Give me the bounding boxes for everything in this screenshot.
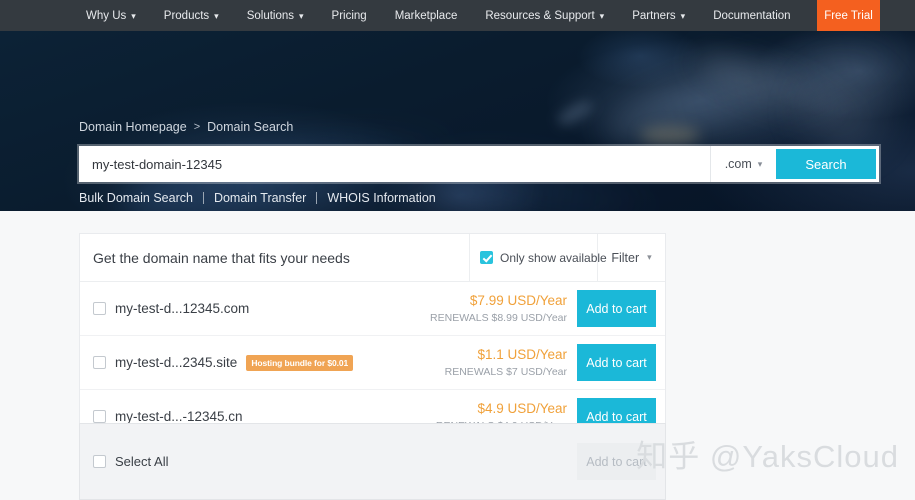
nav-item-marketplace[interactable]: Marketplace: [381, 0, 472, 31]
row-price-cell: $7.99 USD/Year RENEWALS $8.99 USD/Year: [430, 292, 567, 324]
chevron-down-icon: ▾: [680, 11, 686, 21]
nav-item-label: Partners: [632, 9, 676, 22]
table-row: my-test-d...12345.com $7.99 USD/Year REN…: [80, 282, 665, 336]
price: $1.1 USD/Year: [477, 347, 567, 363]
search-input[interactable]: [79, 146, 710, 182]
renewal-price: RENEWALS $7 USD/Year: [444, 365, 567, 378]
nav-item-products[interactable]: Products ▾: [150, 0, 233, 31]
chevron-down-icon: ▾: [647, 252, 652, 262]
domain-search-bar: .com ▾ Search: [79, 146, 879, 182]
chevron-down-icon: ▾: [757, 158, 763, 169]
nav-item-label: Solutions: [246, 9, 295, 22]
nav-item-documentation[interactable]: Documentation: [699, 0, 804, 31]
select-all-bar: Select All Add to cart: [79, 423, 666, 500]
chevron-down-icon: ▾: [299, 11, 304, 21]
link-divider: [316, 192, 318, 204]
hero-decorative-shape: [597, 31, 903, 162]
hero-decorative-shape: [690, 43, 870, 139]
price: $4.9 USD/Year: [477, 401, 567, 417]
row-price-cell: $1.1 USD/Year RENEWALS $7 USD/Year: [445, 346, 567, 378]
results-card-header: Get the domain name that fits your needs…: [80, 234, 665, 282]
link-bulk-domain-search[interactable]: Bulk Domain Search: [79, 191, 193, 205]
tld-select-value: .com: [724, 157, 752, 171]
breadcrumb-separator: >: [193, 121, 201, 133]
nav-item-partners[interactable]: Partners ▾: [618, 0, 699, 31]
hero-decorative-shape: [640, 126, 700, 144]
only-show-available-label: Only show available: [500, 250, 607, 265]
free-trial-button[interactable]: Free Trial: [817, 0, 880, 31]
link-divider: [202, 192, 204, 204]
renewal-price: RENEWALS $8.99 USD/Year: [430, 311, 567, 324]
watermark: 知乎 @YaksCloud: [636, 439, 899, 474]
only-show-available-checkbox[interactable]: [480, 251, 493, 264]
row-domain-cell: my-test-d...-12345.cn: [93, 409, 436, 424]
link-whois-information[interactable]: WHOIS Information: [327, 191, 435, 205]
filter-label: Filter: [611, 250, 640, 265]
search-button[interactable]: Search: [776, 149, 876, 179]
row-domain-cell: my-test-d...2345.site Hosting bundle for…: [93, 354, 445, 371]
top-navigation-bar: Why Us ▾ Products ▾ Solutions ▾ Pricing …: [0, 0, 915, 31]
nav-items: Why Us ▾ Products ▾ Solutions ▾ Pricing …: [72, 0, 805, 31]
domain-name: my-test-d...12345.com: [115, 301, 250, 316]
page-title: Get the domain name that fits your needs: [93, 249, 350, 266]
chevron-down-icon: ▾: [214, 11, 219, 21]
breadcrumb: Domain Homepage > Domain Search: [79, 120, 293, 134]
nav-item-why-us[interactable]: Why Us ▾: [72, 0, 150, 31]
row-checkbox[interactable]: [93, 410, 106, 423]
add-to-cart-button[interactable]: Add to cart: [577, 344, 656, 381]
nav-item-pricing[interactable]: Pricing: [318, 0, 381, 31]
table-row: my-test-d...2345.site Hosting bundle for…: [80, 336, 665, 390]
nav-item-label: Resources & Support: [485, 9, 595, 22]
chevron-down-icon: ▾: [599, 11, 605, 21]
nav-item-label: Marketplace: [394, 9, 458, 22]
nav-item-label: Why Us: [86, 9, 127, 22]
row-checkbox[interactable]: [93, 302, 106, 315]
select-all-label: Select All: [115, 454, 169, 469]
hero-quick-links: Bulk Domain Search Domain Transfer WHOIS…: [79, 191, 436, 205]
domain-name: my-test-d...-12345.cn: [115, 409, 243, 424]
nav-item-label: Pricing: [331, 9, 367, 22]
price: $7.99 USD/Year: [469, 293, 567, 309]
link-domain-transfer[interactable]: Domain Transfer: [214, 191, 306, 205]
nav-item-solutions[interactable]: Solutions ▾: [233, 0, 318, 31]
nav-item-label: Documentation: [713, 9, 791, 22]
row-checkbox[interactable]: [93, 356, 106, 369]
results-page: Get the domain name that fits your needs…: [0, 211, 915, 500]
nav-item-label: Products: [163, 9, 210, 22]
hero-decorative-shape: [554, 96, 596, 130]
breadcrumb-item-current: Domain Search: [207, 120, 294, 134]
nav-item-resources-support[interactable]: Resources & Support ▾: [471, 0, 618, 31]
add-to-cart-button[interactable]: Add to cart: [577, 290, 656, 327]
row-domain-cell: my-test-d...12345.com: [93, 301, 430, 316]
domain-name: my-test-d...2345.site: [115, 355, 238, 370]
filter-button[interactable]: Filter ▾: [597, 234, 665, 281]
promo-badge: Hosting bundle for $0.01: [246, 354, 354, 371]
select-all-checkbox[interactable]: [93, 455, 106, 468]
hero-banner: Domain Homepage > Domain Search .com ▾ S…: [0, 31, 915, 211]
tld-select[interactable]: .com ▾: [710, 146, 776, 182]
chevron-down-icon: ▾: [131, 11, 136, 21]
only-show-available-toggle[interactable]: Only show available: [469, 234, 607, 281]
breadcrumb-item-home[interactable]: Domain Homepage: [79, 120, 187, 134]
